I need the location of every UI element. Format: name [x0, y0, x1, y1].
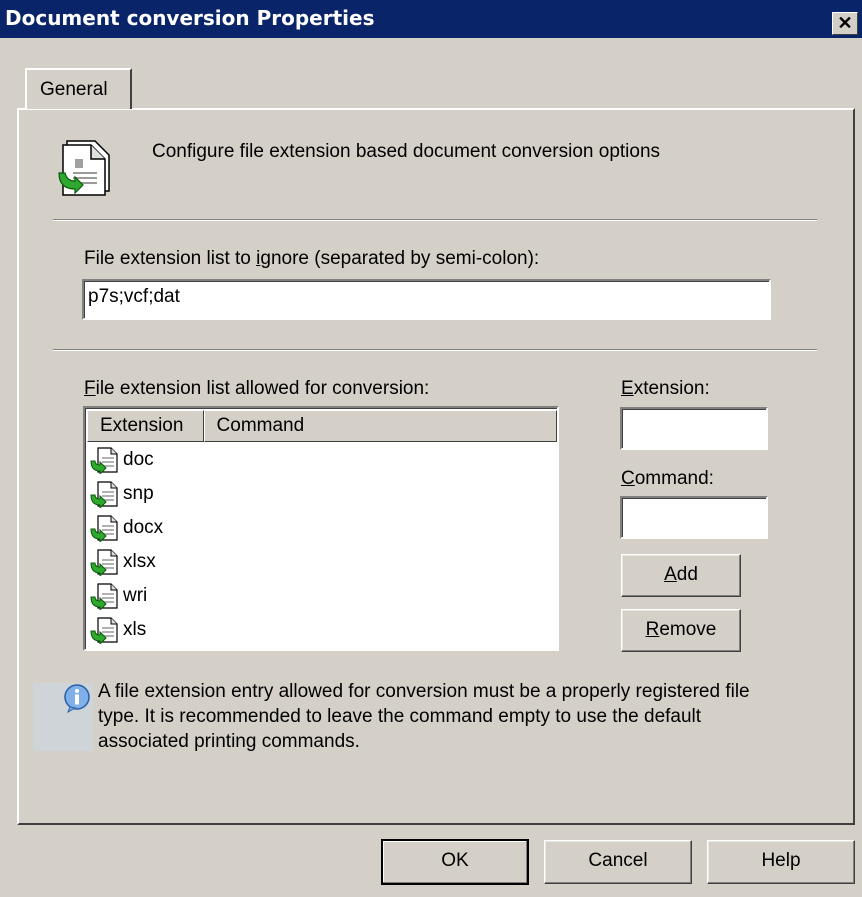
add-button[interactable]: Add — [621, 554, 741, 597]
list-item[interactable]: docx — [89, 512, 163, 544]
cancel-button[interactable]: Cancel — [544, 840, 692, 884]
separator-middle — [53, 349, 817, 351]
allowed-list[interactable]: Extension Command doc snp docx xlsx wri xls — [83, 406, 559, 651]
list-item[interactable]: snp — [89, 478, 154, 510]
ok-button[interactable]: OK — [381, 839, 529, 885]
list-header: Extension Command — [87, 410, 557, 442]
title-bar: Document conversion Properties ✕ — [0, 0, 862, 38]
info-icon — [62, 683, 92, 719]
info-text: A file extension entry allowed for conve… — [98, 681, 750, 752]
extension-label: Extension: — [621, 378, 710, 399]
document-conversion-icon — [89, 616, 123, 646]
list-item-extension: docx — [123, 517, 164, 538]
help-button[interactable]: Help — [707, 840, 855, 884]
document-conversion-icon — [89, 514, 123, 544]
close-icon: ✕ — [837, 13, 853, 33]
list-item[interactable]: wri — [89, 580, 147, 612]
remove-button[interactable]: Remove — [621, 609, 741, 652]
list-item-extension: xls — [123, 619, 147, 640]
list-item-extension: doc — [123, 449, 154, 470]
separator-top — [53, 219, 817, 221]
header-text: Configure file extension based document … — [152, 141, 661, 162]
document-conversion-icon — [89, 582, 123, 612]
document-conversion-icon — [89, 446, 123, 476]
ignore-input[interactable]: p7s;vcf;dat — [82, 279, 771, 320]
command-label: Command: — [621, 468, 714, 489]
allowed-label: File extension list allowed for conversi… — [84, 378, 430, 399]
extension-input[interactable] — [620, 407, 768, 450]
document-conversion-icon — [89, 548, 123, 578]
window-title: Document conversion Properties — [5, 6, 375, 30]
command-input[interactable] — [620, 496, 768, 539]
close-button[interactable]: ✕ — [832, 12, 858, 35]
list-item-extension: snp — [123, 483, 154, 504]
list-item[interactable]: xlsx — [89, 546, 156, 578]
ignore-label: File extension list to ignore (separated… — [84, 248, 540, 269]
document-conversion-icon — [53, 135, 115, 203]
list-item-extension: wri — [123, 585, 148, 606]
column-header-command[interactable]: Command — [203, 410, 557, 442]
list-item-extension: xlsx — [123, 551, 156, 572]
column-header-extension[interactable]: Extension — [87, 410, 204, 442]
list-item[interactable]: xls — [89, 614, 146, 646]
tab-general-label: General — [40, 79, 108, 100]
list-item[interactable]: doc — [89, 444, 154, 476]
document-conversion-icon — [89, 480, 123, 510]
tab-general[interactable]: General — [25, 68, 132, 109]
